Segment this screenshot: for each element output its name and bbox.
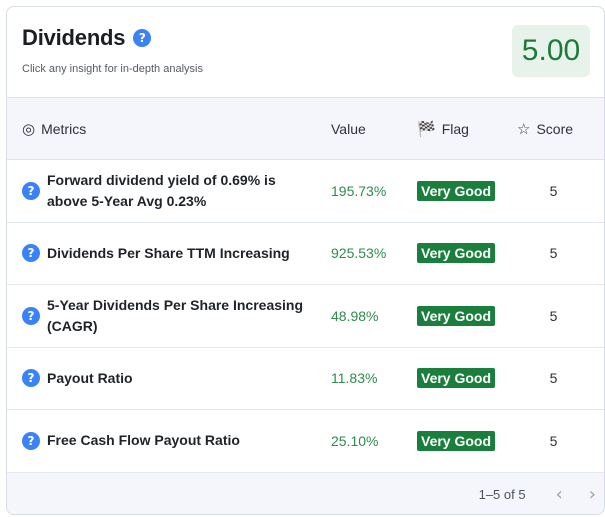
flag-badge: Very Good: [417, 180, 496, 201]
flag-cell: Very Good: [401, 243, 501, 264]
score-value: 5: [549, 245, 558, 262]
flag-cell: Very Good: [401, 305, 501, 326]
header-metrics-label: Metrics: [41, 120, 87, 137]
metric-label: Dividends Per Share TTM Increasing: [47, 244, 290, 261]
header-flag[interactable]: 🏁 Flag: [401, 120, 501, 138]
metric-value: 11.83%: [331, 370, 378, 387]
header-score[interactable]: ☆ Score: [501, 119, 604, 138]
flag-badge: Very Good: [417, 243, 496, 264]
star-icon: ☆: [517, 119, 531, 138]
metric-value: 195.73%: [331, 182, 387, 199]
question-circle-icon[interactable]: ?: [22, 181, 40, 200]
table-row[interactable]: ? Payout Ratio 11.83% Very Good 5: [7, 348, 604, 410]
score-value: 5: [549, 432, 558, 449]
metric-value: 25.10%: [331, 432, 379, 449]
pagination-text: 1–5 of 5: [478, 487, 526, 502]
question-circle-icon[interactable]: ?: [22, 369, 40, 388]
table-row[interactable]: ? Free Cash Flow Payout Ratio 25.10% Ver…: [7, 410, 604, 473]
question-circle-icon[interactable]: ?: [133, 29, 152, 47]
page-subtitle: Click any insight for in-depth analysis: [22, 63, 203, 75]
table-row[interactable]: ? Dividends Per Share TTM Increasing 925…: [7, 223, 604, 285]
target-icon: ◎: [22, 119, 36, 138]
header-metrics[interactable]: ◎ Metrics: [7, 120, 315, 138]
flag-badge: Very Good: [417, 368, 496, 389]
metric-value: 925.53%: [331, 245, 387, 262]
metric-cell: ? 5-Year Dividends Per Share Increasing …: [7, 295, 315, 337]
metric-cell: ? Payout Ratio: [7, 368, 315, 389]
flag-cell: Very Good: [401, 180, 501, 201]
metric-cell: ? Dividends Per Share TTM Increasing: [7, 243, 315, 264]
table-row[interactable]: ? Forward dividend yield of 0.69% is abo…: [7, 160, 604, 223]
metric-label: 5-Year Dividends Per Share Increasing (C…: [47, 296, 304, 334]
score-value: 5: [549, 370, 558, 387]
chevron-right-icon[interactable]: ›: [589, 484, 596, 505]
question-circle-icon[interactable]: ?: [22, 431, 40, 450]
pagination-footer: 1–5 of 5 ‹ ›: [7, 472, 604, 514]
dividends-card: Dividends ? Click any insight for in-dep…: [6, 6, 605, 515]
title-row: Dividends ?: [22, 25, 152, 51]
metric-cell: ? Free Cash Flow Payout Ratio: [7, 430, 315, 451]
metric-value: 48.98%: [331, 307, 379, 324]
flag-badge: Very Good: [417, 430, 496, 451]
metrics-table: ◎ Metrics Value 🏁 Flag ☆ Score ? Forward…: [7, 97, 604, 514]
flag-cell: Very Good: [401, 430, 501, 451]
card-header: Dividends ? Click any insight for in-dep…: [7, 7, 604, 97]
header-value[interactable]: Value: [315, 121, 401, 137]
question-circle-icon[interactable]: ?: [22, 306, 40, 325]
flag-badge: Very Good: [417, 305, 496, 326]
score-value: 5: [549, 182, 558, 199]
header-score-label: Score: [536, 120, 574, 137]
header-flag-label: Flag: [441, 120, 469, 137]
table-header: ◎ Metrics Value 🏁 Flag ☆ Score: [7, 97, 604, 160]
question-circle-icon[interactable]: ?: [22, 244, 40, 263]
metric-label: Free Cash Flow Payout Ratio: [47, 432, 240, 449]
page-title: Dividends: [22, 25, 126, 50]
metric-label: Forward dividend yield of 0.69% is above…: [47, 171, 276, 209]
flag-cell: Very Good: [401, 368, 501, 389]
metric-label: Payout Ratio: [47, 369, 133, 386]
checkered-flag-icon: 🏁: [417, 119, 436, 138]
chevron-left-icon[interactable]: ‹: [556, 484, 563, 505]
score-value: 5: [549, 307, 558, 324]
metric-cell: ? Forward dividend yield of 0.69% is abo…: [7, 170, 315, 212]
overall-score-badge: 5.00: [512, 25, 590, 77]
table-row[interactable]: ? 5-Year Dividends Per Share Increasing …: [7, 285, 604, 348]
